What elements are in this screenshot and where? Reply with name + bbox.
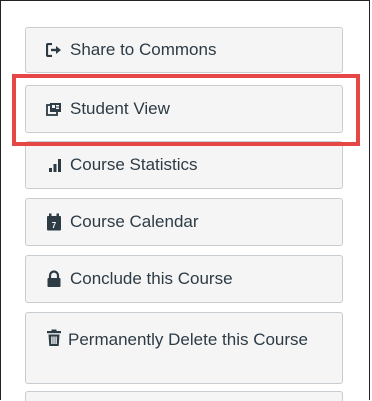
conclude-course-button[interactable]: Conclude this Course — [25, 255, 343, 303]
course-calendar-button[interactable]: 7 Course Calendar — [25, 198, 343, 246]
trash-icon — [46, 329, 62, 347]
permanently-delete-course-button[interactable]: Permanently Delete this Course — [25, 312, 343, 384]
course-statistics-button[interactable]: Course Statistics — [25, 141, 343, 189]
course-statistics-label: Course Statistics — [70, 155, 198, 174]
lock-icon — [46, 270, 62, 288]
bar-chart-icon — [46, 156, 62, 174]
course-calendar-label: Course Calendar — [70, 212, 199, 231]
calendar-icon: 7 — [46, 213, 62, 231]
svg-text:7: 7 — [52, 221, 57, 230]
share-to-commons-button[interactable]: Share to Commons — [25, 27, 343, 73]
share-icon — [46, 41, 62, 59]
student-view-highlight-box — [12, 74, 360, 146]
course-sidebar-panel: Share to Commons Student View Course Sta… — [0, 0, 370, 401]
conclude-course-label: Conclude this Course — [70, 269, 233, 288]
share-to-commons-label: Share to Commons — [70, 40, 217, 59]
permanently-delete-course-label: Permanently Delete this Course — [68, 330, 309, 349]
